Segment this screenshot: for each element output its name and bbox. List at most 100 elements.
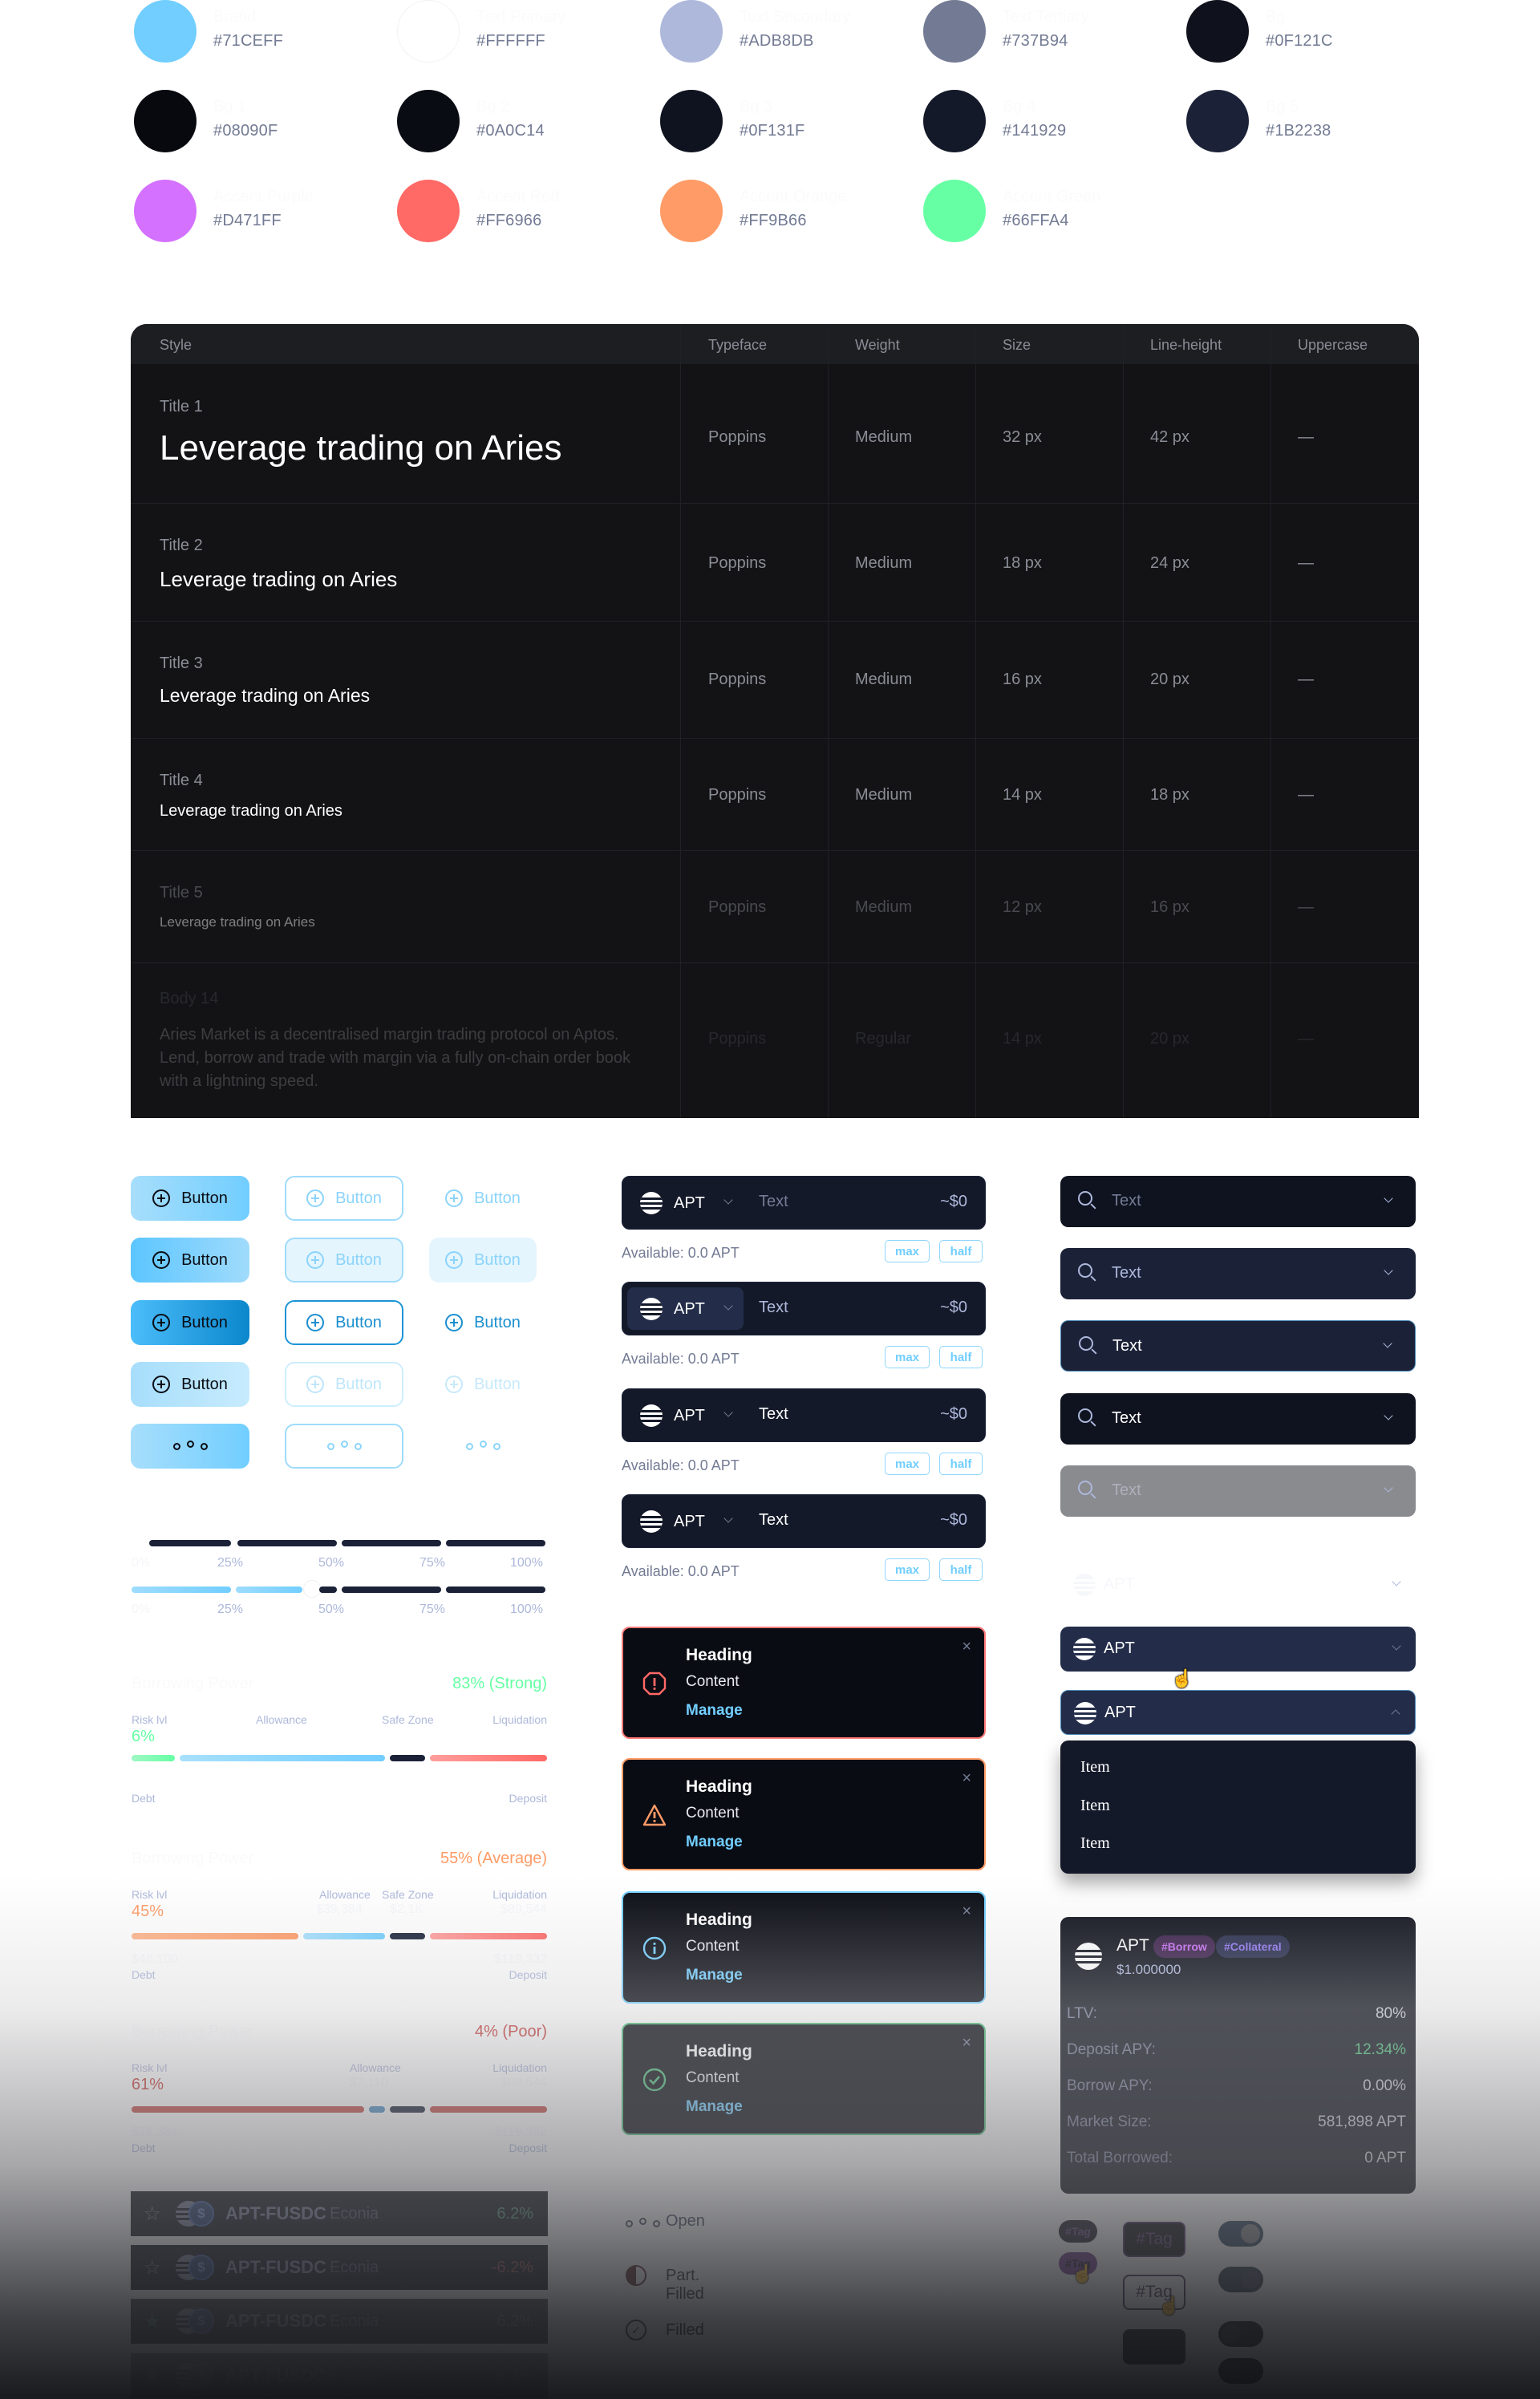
menu-item[interactable]: Item: [1080, 1797, 1110, 1815]
liquidation-segment: [430, 1933, 547, 1939]
close-icon[interactable]: ×: [962, 2034, 971, 2053]
swatch-hex: #141929: [1003, 122, 1067, 140]
plus-circle-icon: [306, 1314, 325, 1331]
token-dropdown-hover[interactable]: APT: [1060, 1627, 1416, 1672]
token-amount-input[interactable]: APT Text ~$0: [622, 1388, 986, 1442]
notification-content: Content: [686, 2069, 740, 2086]
toggle-on-disabled[interactable]: [1218, 2267, 1263, 2292]
amount-input[interactable]: Text: [759, 1511, 788, 1530]
search-value[interactable]: Text: [1112, 1337, 1142, 1356]
primary-button-hover[interactable]: Button: [131, 1238, 249, 1283]
slider-tick: 0%: [132, 1603, 151, 1616]
deposit-label: Deposit: [509, 1968, 547, 1981]
slider-handle[interactable]: [303, 1580, 321, 1598]
max-button[interactable]: max: [885, 1240, 930, 1262]
outline-button-disabled[interactable]: Button: [285, 1362, 403, 1407]
available-balance: Available: 0.0 APT: [622, 1457, 740, 1473]
primary-button-loading[interactable]: [131, 1424, 249, 1469]
tag-chip[interactable]: #Tag: [1059, 2220, 1097, 2243]
line-height-cell: 24 px: [1150, 554, 1189, 572]
toggle-off[interactable]: [1218, 2321, 1263, 2347]
half-button[interactable]: half: [939, 1558, 983, 1581]
token-amount-input[interactable]: APT Text ~$0: [622, 1282, 986, 1335]
close-icon[interactable]: ×: [962, 1638, 971, 1656]
uppercase-cell: —: [1298, 1030, 1314, 1048]
primary-button-pressed[interactable]: Button: [131, 1300, 249, 1345]
search-dropdown-hover[interactable]: Text: [1060, 1248, 1416, 1299]
half-button[interactable]: half: [939, 1346, 983, 1368]
token-selector[interactable]: APT: [627, 1287, 744, 1330]
liquidation-segment: [430, 1755, 547, 1761]
max-button[interactable]: max: [885, 1453, 930, 1475]
primary-button-disabled[interactable]: Button: [131, 1362, 249, 1407]
primary-button-default[interactable]: Button: [131, 1176, 249, 1221]
menu-item[interactable]: Item: [1080, 1758, 1110, 1777]
swatch-hex: #08090F: [213, 122, 278, 140]
pair-row[interactable]: ★ $ APT-FUSDC Econia 6.2%: [131, 2353, 548, 2398]
chevron-down-icon: [1383, 1339, 1392, 1348]
borrowing-power-average: Borrowing Power 55% (Average) Risk lvl 4…: [132, 1850, 547, 1994]
outline-button-default[interactable]: Button: [285, 1176, 403, 1221]
token-dropdown-ghost[interactable]: APT: [1060, 1562, 1416, 1607]
close-icon[interactable]: ×: [962, 1769, 971, 1788]
amount-input[interactable]: Text: [759, 1299, 788, 1317]
search-placeholder[interactable]: Text: [1112, 1192, 1141, 1210]
amount-input[interactable]: Text: [759, 1405, 788, 1424]
search-dropdown-default[interactable]: Text: [1060, 1176, 1416, 1227]
pair-row[interactable]: ☆ $ APT-FUSDC Econia -6.2%: [131, 2245, 548, 2290]
close-icon[interactable]: ×: [962, 1903, 971, 1921]
star-filled-icon[interactable]: ★: [144, 2310, 161, 2333]
search-placeholder[interactable]: Text: [1112, 1481, 1141, 1500]
text-button-loading[interactable]: [429, 1424, 537, 1469]
token-selector[interactable]: APT: [627, 1181, 744, 1224]
half-button[interactable]: half: [939, 1453, 983, 1475]
star-outline-icon[interactable]: ☆: [144, 2256, 161, 2279]
pair-row[interactable]: ☆ $ APT-FUSDC Econia 6.2%: [131, 2191, 548, 2236]
text-button-disabled[interactable]: Button: [429, 1362, 537, 1407]
search-dropdown-filled[interactable]: Text: [1060, 1393, 1416, 1445]
text-button-hover[interactable]: Button: [429, 1238, 537, 1283]
half-button[interactable]: half: [939, 1240, 983, 1262]
outline-button-loading[interactable]: [285, 1424, 403, 1469]
slider-tick: 50%: [318, 1556, 345, 1570]
loading-dots-icon: [172, 1440, 208, 1450]
search-icon: [1078, 1408, 1092, 1423]
manage-link[interactable]: Manage: [686, 2098, 743, 2116]
search-dropdown-disabled[interactable]: Text: [1060, 1465, 1416, 1517]
tag-box-disabled[interactable]: #Tag: [1123, 2329, 1185, 2365]
toggle-on[interactable]: [1218, 2221, 1263, 2247]
search-dropdown-focused[interactable]: Text: [1060, 1320, 1416, 1372]
search-value[interactable]: Text: [1112, 1409, 1141, 1428]
token-amount-input[interactable]: APT Text ~$0: [622, 1176, 986, 1230]
star-filled-icon[interactable]: ★: [144, 2365, 161, 2388]
manage-link[interactable]: Manage: [686, 1834, 743, 1851]
manage-link[interactable]: Manage: [686, 1967, 743, 1984]
menu-item[interactable]: Item: [1080, 1834, 1110, 1853]
search-placeholder[interactable]: Text: [1112, 1264, 1141, 1283]
star-outline-icon[interactable]: ☆: [144, 2202, 161, 2226]
debt-label: Debt: [132, 1968, 156, 1981]
slider-tick: 100%: [510, 1556, 543, 1570]
amount-placeholder[interactable]: Text: [759, 1193, 788, 1211]
pair-exchange: Econia: [330, 2205, 379, 2223]
token-dropdown-open[interactable]: APT: [1060, 1690, 1416, 1735]
usdc-coin-icon: $: [188, 2363, 214, 2389]
apt-logo-icon: [1073, 1574, 1096, 1596]
manage-link[interactable]: Manage: [686, 1702, 743, 1720]
token-selector[interactable]: APT: [627, 1500, 744, 1542]
outline-button-pressed[interactable]: Button: [285, 1300, 403, 1345]
pair-row[interactable]: ★ $ APT-FUSDC Econia 6.2%: [131, 2299, 548, 2344]
token-selector[interactable]: APT: [627, 1394, 744, 1437]
outline-button-hover[interactable]: Button: [285, 1238, 403, 1283]
slider-segment: [342, 1540, 441, 1546]
button-label: Button: [335, 1250, 382, 1269]
apt-logo-icon: [640, 1510, 663, 1533]
max-button[interactable]: max: [885, 1558, 930, 1581]
text-button-default[interactable]: Button: [429, 1176, 537, 1221]
apt-logo-icon: [640, 1192, 663, 1214]
toggle-off-disabled[interactable]: [1218, 2358, 1263, 2384]
tag-box[interactable]: #Tag: [1123, 2222, 1185, 2257]
max-button[interactable]: max: [885, 1346, 930, 1368]
text-button-pressed[interactable]: Button: [429, 1300, 537, 1345]
token-amount-input[interactable]: APT Text ~$0: [622, 1494, 986, 1548]
